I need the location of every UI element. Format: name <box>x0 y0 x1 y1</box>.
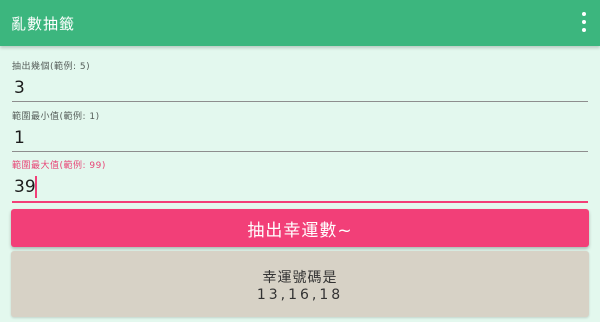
min-field: 範圍最小值(範例: 1) <box>12 109 592 153</box>
text-caret <box>35 176 37 198</box>
min-input[interactable] <box>12 123 592 153</box>
count-label: 抽出幾個(範例: 5) <box>12 62 91 72</box>
count-underline <box>12 101 588 102</box>
result-numbers: 13,16,18 <box>256 287 344 303</box>
min-underline <box>12 151 588 152</box>
more-options-icon[interactable] <box>578 12 590 32</box>
result-label: 幸運號碼是 <box>262 270 338 286</box>
max-underline <box>12 201 588 203</box>
result-panel: 幸運號碼是 13,16,18 <box>11 251 589 317</box>
app-bar: 亂數抽籤 <box>0 0 600 46</box>
menu-dot <box>582 20 586 24</box>
draw-lucky-number-button[interactable]: 抽出幸運數~ <box>11 209 589 247</box>
menu-dot <box>582 28 586 32</box>
app-title: 亂數抽籤 <box>11 15 76 33</box>
max-label: 範圍最大值(範例: 99) <box>12 161 106 171</box>
max-field: 範圍最大值(範例: 99) <box>12 158 592 204</box>
menu-dot <box>582 12 586 16</box>
count-field: 抽出幾個(範例: 5) <box>12 59 592 103</box>
count-input[interactable] <box>12 73 592 103</box>
max-input[interactable] <box>12 172 592 202</box>
min-label: 範圍最小值(範例: 1) <box>12 112 100 122</box>
